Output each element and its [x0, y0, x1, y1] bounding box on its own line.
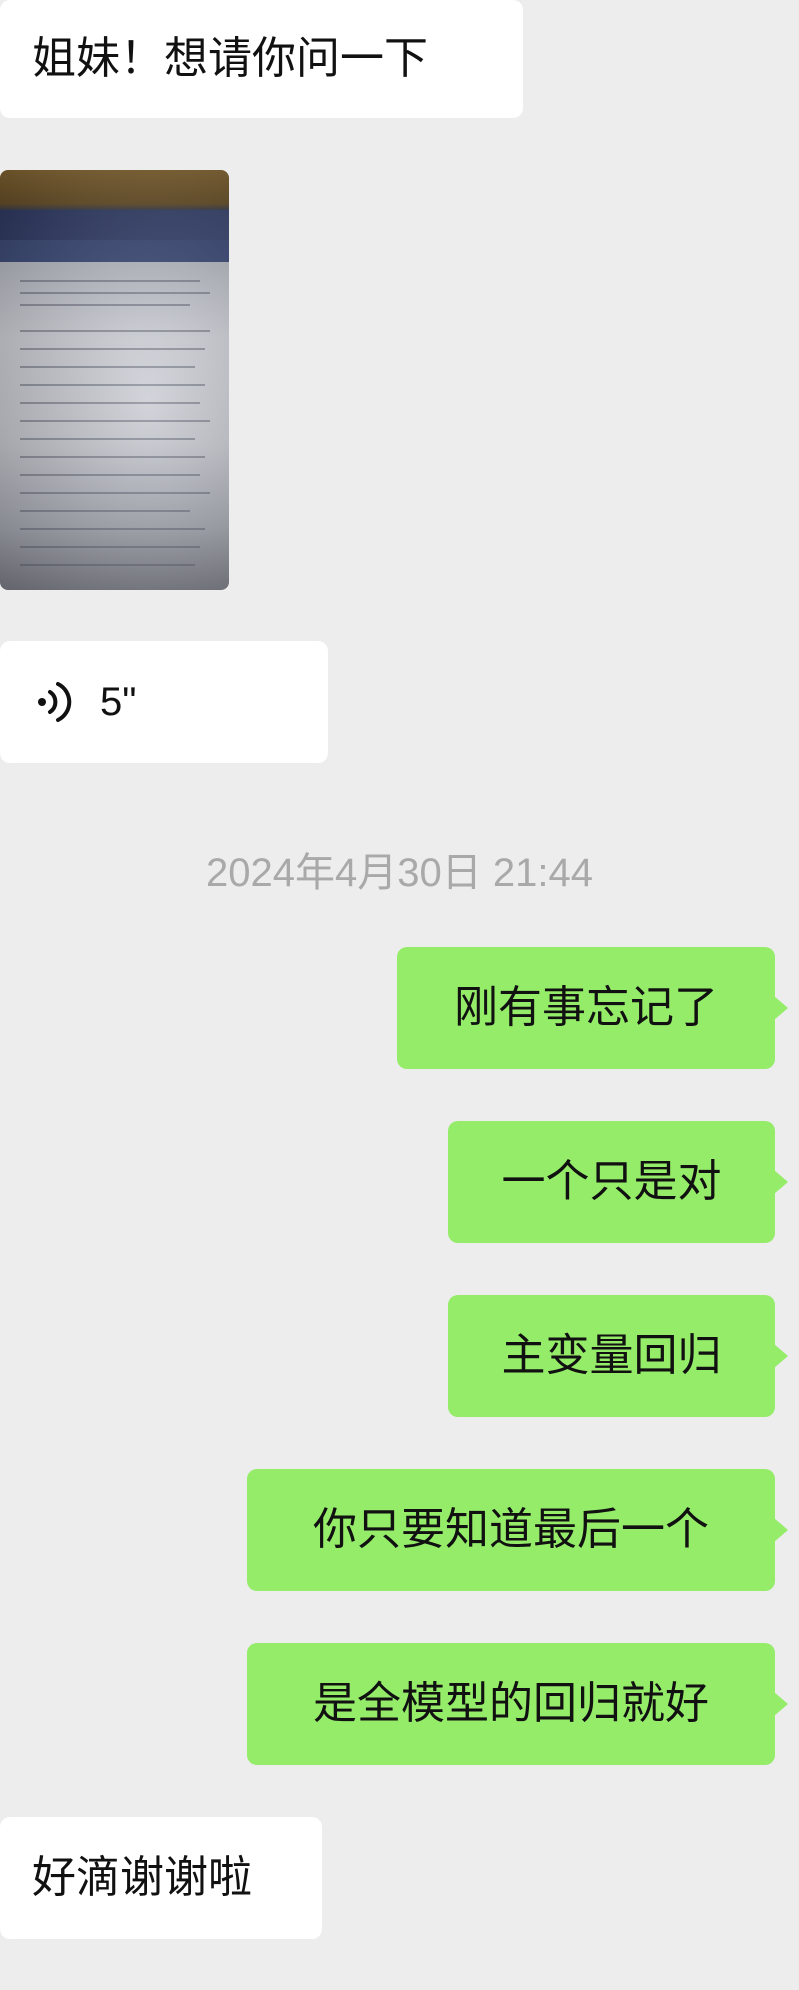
outgoing-message-bubble[interactable]: 你只要知道最后一个	[247, 1469, 788, 1591]
photo-shading	[0, 170, 229, 590]
voice-wave-icon	[38, 682, 72, 722]
message-text: 一个只是对	[501, 1156, 722, 1207]
outgoing-message-bubble[interactable]: 一个只是对	[448, 1121, 788, 1243]
chat-window: 姐妹！想请你问一下 5" 2024年4月30日 21:44 刚有事忘记了 一个只…	[0, 0, 799, 1990]
incoming-message-bubble[interactable]: 好滴谢谢啦	[0, 1817, 322, 1939]
outgoing-message-bubble[interactable]: 刚有事忘记了	[397, 947, 788, 1069]
incoming-message-bubble[interactable]: 姐妹！想请你问一下	[0, 0, 523, 118]
outgoing-message-bubble[interactable]: 主变量回归	[448, 1295, 788, 1417]
voice-message-bubble[interactable]: 5"	[0, 641, 328, 763]
message-timestamp: 2024年4月30日 21:44	[206, 851, 593, 895]
outgoing-message-bubble[interactable]: 是全模型的回归就好	[247, 1643, 788, 1765]
photo-message[interactable]	[0, 170, 229, 590]
message-text: 是全模型的回归就好	[313, 1678, 709, 1729]
message-text: 好滴谢谢啦	[32, 1852, 252, 1903]
message-text: 姐妹！想请你问一下	[32, 33, 428, 84]
voice-duration: 5"	[100, 679, 137, 724]
message-text: 主变量回归	[501, 1330, 722, 1381]
message-text: 刚有事忘记了	[454, 982, 718, 1033]
message-text: 你只要知道最后一个	[313, 1504, 709, 1555]
